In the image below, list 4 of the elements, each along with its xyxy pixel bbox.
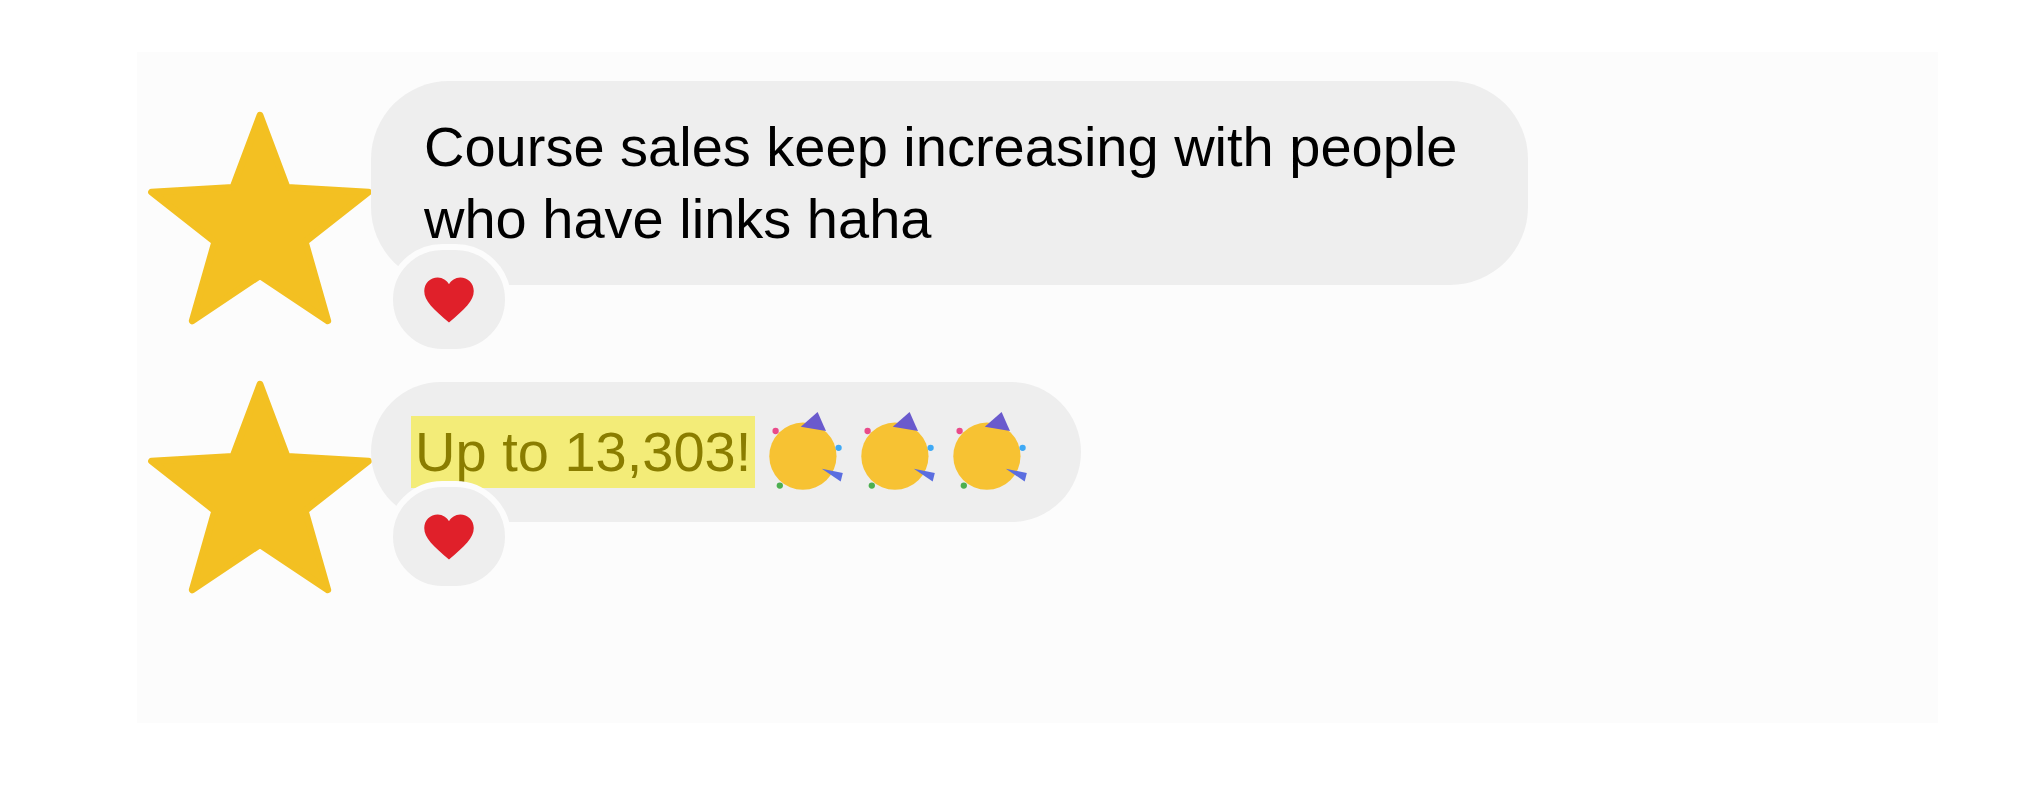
- message-text: Course sales keep increasing with people who have links haha: [424, 115, 1458, 250]
- message-text: Up to 13,303!: [411, 416, 756, 488]
- star-icon: [147, 379, 373, 595]
- star-icon: [147, 110, 373, 326]
